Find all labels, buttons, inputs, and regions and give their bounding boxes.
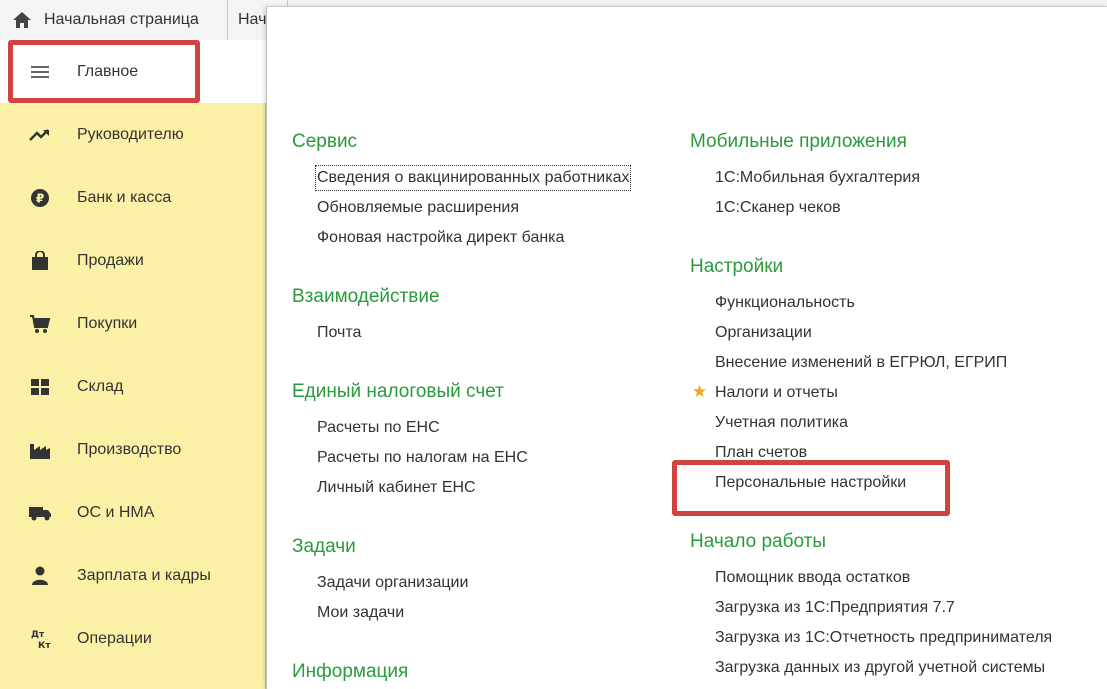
sidebar-item-label: Продажи [77, 251, 144, 269]
link-mobile-accounting[interactable]: 1С:Мобильная бухгалтерия [715, 166, 920, 190]
link-balance-wizard[interactable]: Помощник ввода остатков [715, 566, 910, 590]
link-ens-cabinet[interactable]: Личный кабинет ЕНС [317, 476, 476, 500]
section-title-mobile: Мобильные приложения [690, 131, 907, 152]
home-icon [13, 12, 31, 28]
sidebar-item-production[interactable]: Производство [0, 418, 266, 481]
link-egrul-changes[interactable]: Внесение изменений в ЕГРЮЛ, ЕГРИП [715, 351, 1007, 375]
section-title-service: Сервис [292, 131, 358, 152]
shopping-bag-icon [28, 249, 52, 273]
link-org-tasks[interactable]: Задачи организации [317, 571, 468, 595]
person-icon [28, 564, 52, 588]
menu-icon [28, 60, 52, 84]
link-chart-of-accounts[interactable]: План счетов [715, 441, 807, 465]
link-import-1c77[interactable]: Загрузка из 1С:Предприятия 7.7 [715, 596, 955, 620]
warehouse-grid-icon [28, 375, 52, 399]
link-accounting-policy[interactable]: Учетная политика [715, 411, 848, 435]
sidebar-item-label: Операции [77, 629, 152, 647]
link-updated-extensions[interactable]: Обновляемые расширения [317, 196, 519, 220]
link-ens-tax-settlements[interactable]: Расчеты по налогам на ЕНС [317, 446, 528, 470]
sidebar-item-purchases[interactable]: Покупки [0, 292, 266, 355]
sidebar-item-label: Производство [77, 440, 182, 458]
section-title-info: Информация [292, 661, 409, 682]
factory-icon [28, 438, 52, 462]
tab-home[interactable]: Начальная страница [0, 0, 228, 40]
sidebar-item-label: Руководителю [77, 125, 184, 143]
section-title-interaction: Взаимодействие [292, 286, 440, 307]
link-receipt-scanner[interactable]: 1С:Сканер чеков [715, 196, 841, 220]
section-title-ens: Единый налоговый счет [292, 381, 504, 402]
link-mail[interactable]: Почта [317, 321, 361, 345]
sidebar-item-bank[interactable]: ₽ Банк и касса [0, 166, 266, 229]
link-import-other-system[interactable]: Загрузка данных из другой учетной систем… [715, 656, 1045, 680]
truck-icon [28, 501, 52, 525]
cart-icon [28, 312, 52, 336]
sidebar-item-label: Склад [77, 377, 124, 395]
link-my-tasks[interactable]: Мои задачи [317, 601, 404, 625]
sidebar-item-salary[interactable]: Зарплата и кадры [0, 544, 266, 607]
link-personal-settings[interactable]: Персональные настройки [715, 471, 906, 495]
debit-credit-icon: Дт Кт [28, 627, 52, 651]
link-ens-settlements[interactable]: Расчеты по ЕНС [317, 416, 440, 440]
sidebar-item-label: ОС и НМА [77, 503, 155, 521]
link-organizations[interactable]: Организации [715, 321, 812, 345]
sidebar-item-assets[interactable]: ОС и НМА [0, 481, 266, 544]
trend-up-icon [28, 123, 52, 147]
credit-label: Кт [38, 641, 51, 651]
sidebar-item-label: Главное [77, 62, 139, 80]
tab-home-label: Начальная страница [44, 11, 199, 28]
sidebar-item-sales[interactable]: Продажи [0, 229, 266, 292]
sidebar-item-label: Покупки [77, 314, 138, 332]
section-title-tasks: Задачи [292, 536, 356, 557]
app-window: Начальная страница Нача Главное Руководи… [0, 0, 1107, 689]
section-title-settings: Настройки [690, 256, 784, 277]
sidebar-item-label: Банк и касса [77, 188, 172, 206]
link-functionality[interactable]: Функциональность [715, 291, 855, 315]
sidebar-item-manager[interactable]: Руководителю [0, 103, 266, 166]
sidebar-item-label: Зарплата и кадры [77, 566, 211, 584]
link-taxes-reports[interactable]: Налоги и отчеты [715, 381, 838, 405]
sidebar-item-warehouse[interactable]: Склад [0, 355, 266, 418]
sidebar-item-operations[interactable]: Дт Кт Операции [0, 607, 266, 670]
section-title-start: Начало работы [690, 531, 827, 552]
link-background-direct-bank[interactable]: Фоновая настройка директ банка [317, 226, 564, 250]
link-vaccinated-workers[interactable]: Сведения о вакцинированных работниках [314, 165, 632, 191]
link-import-1c-reporting[interactable]: Загрузка из 1С:Отчетность предпринимател… [715, 626, 1052, 650]
ruble-icon: ₽ [28, 186, 52, 210]
debit-label: Дт [31, 630, 45, 640]
sidebar: Главное Руководителю ₽ Банк и касса Прод… [0, 40, 266, 689]
svg-text:₽: ₽ [36, 191, 44, 205]
favorite-star-icon[interactable]: ★ [692, 382, 707, 402]
sidebar-item-main[interactable]: Главное [0, 40, 266, 103]
